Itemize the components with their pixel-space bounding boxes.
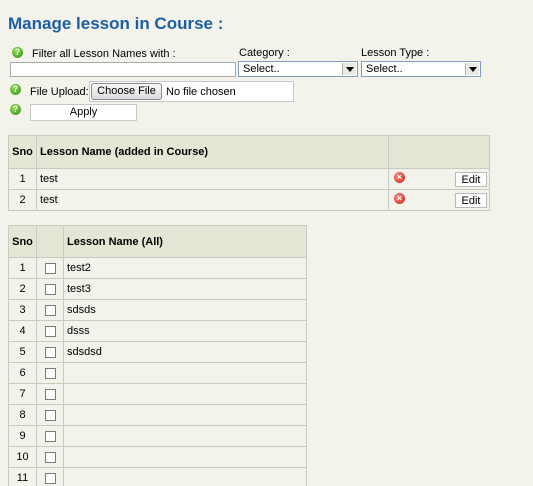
lesson-checkbox[interactable]: [44, 388, 56, 400]
lesson-name-cell: [63, 362, 307, 384]
course-lessons-table: Sno Lesson Name (added in Course) 1 test ×…: [8, 135, 490, 211]
page-title: Manage lesson in Course :: [8, 14, 224, 33]
lesson-checkbox[interactable]: [44, 325, 56, 337]
sno-cell: 5: [8, 341, 37, 363]
sno-header: Sno: [8, 135, 37, 169]
apply-button[interactable]: Apply: [30, 104, 137, 121]
table-row: 1 test2: [8, 257, 307, 279]
lesson-name-cell: dsss: [63, 320, 307, 342]
sno-cell: 11: [8, 467, 37, 486]
lesson-name-cell: [63, 446, 307, 468]
lesson-checkbox[interactable]: [44, 304, 56, 316]
file-upload-label: File Upload:: [30, 86, 89, 98]
lesson-name-cell: test: [36, 189, 389, 211]
checkbox-cell: [36, 257, 64, 279]
table-row: 7: [8, 383, 307, 405]
lesson-checkbox[interactable]: [44, 451, 56, 463]
lesson-filter-label: Filter all Lesson Names with :: [32, 48, 176, 60]
lesson-name-cell: test: [36, 168, 389, 190]
checkbox-cell: [36, 467, 64, 486]
file-upload-field: Choose File No file chosen: [89, 81, 294, 102]
lesson-checkbox[interactable]: [44, 346, 56, 358]
help-icon[interactable]: ?: [10, 104, 21, 115]
delete-icon[interactable]: ×: [394, 193, 405, 205]
checkbox-cell: [36, 320, 64, 342]
delete-icon[interactable]: ×: [394, 172, 405, 184]
lesson-name-cell: sdsdsd: [63, 341, 307, 363]
category-selected-value: Select..: [243, 63, 280, 75]
sno-cell: 10: [8, 446, 37, 468]
checkbox-cell: [36, 404, 64, 426]
chevron-down-icon: [465, 63, 479, 75]
table-row: 11: [8, 467, 307, 486]
lesson-checkbox[interactable]: [44, 367, 56, 379]
table-header-row: Sno Lesson Name (added in Course): [8, 135, 490, 169]
table-row: 10: [8, 446, 307, 468]
actions-header: [388, 135, 490, 169]
sno-cell: 1: [8, 257, 37, 279]
actions-cell: × Edit: [388, 168, 490, 190]
checkbox-cell: [36, 278, 64, 300]
category-select[interactable]: Select..: [238, 61, 358, 77]
chevron-down-icon: [342, 63, 356, 75]
sno-cell: 6: [8, 362, 37, 384]
checkbox-cell: [36, 383, 64, 405]
lesson-checkbox[interactable]: [44, 430, 56, 442]
table-row: 6: [8, 362, 307, 384]
help-icon[interactable]: ?: [12, 47, 23, 58]
table-row: 1 test × Edit: [8, 168, 490, 190]
sno-cell: 8: [8, 404, 37, 426]
sno-cell: 7: [8, 383, 37, 405]
lesson-name-cell: test3: [63, 278, 307, 300]
lesson-checkbox[interactable]: [44, 409, 56, 421]
lesson-type-selected-value: Select..: [366, 63, 403, 75]
sno-cell: 3: [8, 299, 37, 321]
table-row: 2 test3: [8, 278, 307, 300]
sno-header: Sno: [8, 225, 37, 258]
table-row: 4 dsss: [8, 320, 307, 342]
lesson-name-cell: [63, 425, 307, 447]
lesson-name-cell: test2: [63, 257, 307, 279]
lesson-name-cell: sdsds: [63, 299, 307, 321]
checkbox-header: [36, 225, 64, 258]
checkbox-cell: [36, 341, 64, 363]
sno-cell: 9: [8, 425, 37, 447]
table-row: 5 sdsdsd: [8, 341, 307, 363]
actions-cell: × Edit: [388, 189, 490, 211]
lesson-type-select[interactable]: Select..: [361, 61, 481, 77]
table-row: 2 test × Edit: [8, 189, 490, 211]
table-row: 9: [8, 425, 307, 447]
lesson-name-cell: [63, 404, 307, 426]
no-file-text: No file chosen: [166, 86, 236, 98]
sno-cell: 2: [8, 189, 37, 211]
help-icon[interactable]: ?: [10, 84, 21, 95]
sno-cell: 2: [8, 278, 37, 300]
lesson-checkbox[interactable]: [44, 472, 56, 484]
sno-cell: 4: [8, 320, 37, 342]
page: Manage lesson in Course : ? Filter all L…: [0, 0, 533, 486]
category-label: Category :: [239, 47, 290, 59]
edit-button[interactable]: Edit: [455, 192, 487, 208]
checkbox-cell: [36, 299, 64, 321]
sno-cell: 1: [8, 168, 37, 190]
edit-button[interactable]: Edit: [455, 171, 487, 187]
lesson-type-label: Lesson Type :: [361, 47, 430, 59]
checkbox-cell: [36, 446, 64, 468]
lesson-name-cell: [63, 383, 307, 405]
lesson-name-cell: [63, 467, 307, 486]
lesson-checkbox[interactable]: [44, 283, 56, 295]
checkbox-cell: [36, 362, 64, 384]
choose-file-button[interactable]: Choose File: [91, 83, 162, 100]
table-row: 3 sdsds: [8, 299, 307, 321]
all-lessons-table: Sno Lesson Name (All) 1 test2 2 test3 3 sdsds…: [8, 225, 307, 486]
table-row: 8: [8, 404, 307, 426]
lesson-filter-input[interactable]: [10, 62, 236, 77]
checkbox-cell: [36, 425, 64, 447]
lesson-name-header: Lesson Name (All): [63, 225, 307, 258]
lesson-name-header: Lesson Name (added in Course): [36, 135, 389, 169]
table-header-row: Sno Lesson Name (All): [8, 225, 307, 258]
lesson-checkbox[interactable]: [44, 262, 56, 274]
